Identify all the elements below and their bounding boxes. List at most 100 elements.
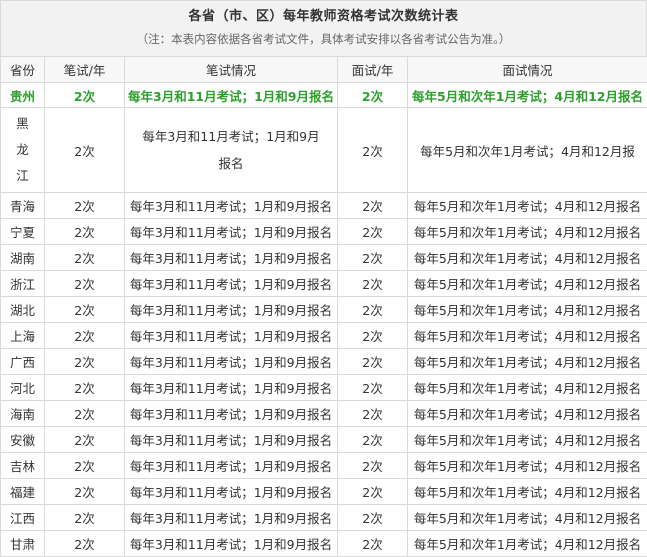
cell-interview-count: 2次 — [338, 193, 408, 219]
cell-written-count: 2次 — [45, 219, 125, 245]
cell-written-info: 每年3月和11月考试；1月和9月报名 — [125, 271, 338, 297]
table-body: 贵州 2次 每年3月和11月考试；1月和9月报名 2次 每年5月和次年1月考试；… — [1, 83, 647, 557]
province-char: 龙 — [3, 137, 42, 163]
cell-interview-info: 每年5月和次年1月考试；4月和12月报名 — [408, 479, 647, 505]
cell-written-info: 每年3月和11月考试；1月和9月报名 — [125, 323, 338, 349]
cell-interview-info: 每年5月和次年1月考试；4月和12月报名 — [408, 245, 647, 271]
table-row: 安徽2次每年3月和11月考试；1月和9月报名2次每年5月和次年1月考试；4月和1… — [1, 427, 647, 453]
cell-interview-info: 每年5月和次年1月考试；4月和12月报名 — [408, 427, 647, 453]
cell-province: 安徽 — [1, 427, 45, 453]
table-row: 宁夏2次每年3月和11月考试；1月和9月报名2次每年5月和次年1月考试；4月和1… — [1, 219, 647, 245]
column-header-written-info: 笔试情况 — [125, 57, 338, 83]
cell-province: 贵州 — [1, 83, 45, 108]
cell-province: 广西 — [1, 349, 45, 375]
cell-province: 甘肃 — [1, 531, 45, 557]
cell-interview-info: 每年5月和次年1月考试；4月和12月报名 — [408, 453, 647, 479]
table-note: （注：本表内容依据各省考试文件，具体考试安排以各省考试公告为准。） — [1, 25, 646, 47]
cell-province: 海南 — [1, 401, 45, 427]
cell-written-count: 2次 — [45, 401, 125, 427]
cell-written-count: 2次 — [45, 505, 125, 531]
cell-interview-count: 2次 — [338, 531, 408, 557]
table-row: 甘肃2次每年3月和11月考试；1月和9月报名2次每年5月和次年1月考试；4月和1… — [1, 531, 647, 557]
cell-written-info: 每年3月和11月考试；1月和9月报名 — [125, 401, 338, 427]
table-row: 海南2次每年3月和11月考试；1月和9月报名2次每年5月和次年1月考试；4月和1… — [1, 401, 647, 427]
cell-interview-count: 2次 — [338, 108, 408, 193]
cell-written-info: 每年3月和11月考试；1月和9月报名 — [125, 375, 338, 401]
table-title: 各省（市、区）每年教师资格考试次数统计表 — [1, 1, 646, 25]
cell-written-info: 每年3月和11月考试；1月和9月报名 — [125, 297, 338, 323]
cell-interview-count: 2次 — [338, 479, 408, 505]
cell-written-count: 2次 — [45, 83, 125, 108]
cell-written-count: 2次 — [45, 531, 125, 557]
cell-written-count: 2次 — [45, 479, 125, 505]
table-row-highlighted: 贵州 2次 每年3月和11月考试；1月和9月报名 2次 每年5月和次年1月考试；… — [1, 83, 647, 108]
cell-written-info: 每年3月和11月考试；1月和9月报名 — [125, 108, 338, 193]
cell-written-info: 每年3月和11月考试；1月和9月报名 — [125, 427, 338, 453]
cell-interview-info: 每年5月和次年1月考试；4月和12月报名 — [408, 83, 647, 108]
table-row: 上海2次每年3月和11月考试；1月和9月报名2次每年5月和次年1月考试；4月和1… — [1, 323, 647, 349]
column-header-interview-info: 面试情况 — [408, 57, 647, 83]
cell-written-info: 每年3月和11月考试；1月和9月报名 — [125, 245, 338, 271]
cell-interview-info: 每年5月和次年1月考试；4月和12月报名 — [408, 375, 647, 401]
column-header-province: 省份 — [1, 57, 45, 83]
cell-province: 上海 — [1, 323, 45, 349]
exam-count-table: 省份 笔试/年 笔试情况 面试/年 面试情况 贵州 2次 每年3月和11月考试；… — [0, 56, 647, 557]
cell-interview-info: 每年5月和次年1月考试；4月和12月报名 — [408, 219, 647, 245]
cell-written-info: 每年3月和11月考试；1月和9月报名 — [125, 193, 338, 219]
cell-province: 江西 — [1, 505, 45, 531]
province-char: 黑 — [3, 111, 42, 137]
cell-province: 青海 — [1, 193, 45, 219]
cell-interview-count: 2次 — [338, 271, 408, 297]
cell-province: 浙江 — [1, 271, 45, 297]
cell-interview-info: 每年5月和次年1月考试；4月和12月报名 — [408, 505, 647, 531]
cell-written-info: 每年3月和11月考试；1月和9月报名 — [125, 453, 338, 479]
cell-province: 福建 — [1, 479, 45, 505]
cell-interview-count: 2次 — [338, 375, 408, 401]
cell-province: 黑 龙 江 — [1, 108, 45, 193]
table-row: 湖南2次每年3月和11月考试；1月和9月报名2次每年5月和次年1月考试；4月和1… — [1, 245, 647, 271]
cell-interview-info: 每年5月和次年1月考试；4月和12月报名 — [408, 193, 647, 219]
cell-province: 河北 — [1, 375, 45, 401]
cell-written-count: 2次 — [45, 427, 125, 453]
cell-written-info: 每年3月和11月考试；1月和9月报名 — [125, 219, 338, 245]
table-row: 福建2次每年3月和11月考试；1月和9月报名2次每年5月和次年1月考试；4月和1… — [1, 479, 647, 505]
table-header-row: 省份 笔试/年 笔试情况 面试/年 面试情况 — [1, 57, 647, 83]
cell-written-info: 每年3月和11月考试；1月和9月报名 — [125, 349, 338, 375]
cell-written-count: 2次 — [45, 349, 125, 375]
cell-interview-count: 2次 — [338, 245, 408, 271]
cell-interview-count: 2次 — [338, 323, 408, 349]
cell-written-count: 2次 — [45, 271, 125, 297]
cell-written-count: 2次 — [45, 375, 125, 401]
column-header-interview-count: 面试/年 — [338, 57, 408, 83]
cell-written-count: 2次 — [45, 297, 125, 323]
cell-written-count: 2次 — [45, 108, 125, 193]
cell-interview-info: 每年5月和次年1月考试；4月和12月报名 — [408, 297, 647, 323]
cell-interview-count: 2次 — [338, 453, 408, 479]
cell-written-info: 每年3月和11月考试；1月和9月报名 — [125, 531, 338, 557]
cell-interview-info: 每年5月和次年1月考试；4月和12月报名 — [408, 531, 647, 557]
cell-interview-info: 每年5月和次年1月考试；4月和12月报名 — [408, 323, 647, 349]
table-row: 湖北2次每年3月和11月考试；1月和9月报名2次每年5月和次年1月考试；4月和1… — [1, 297, 647, 323]
cell-written-info: 每年3月和11月考试；1月和9月报名 — [125, 505, 338, 531]
cell-interview-count: 2次 — [338, 83, 408, 108]
exam-count-table-container: 各省（市、区）每年教师资格考试次数统计表 （注：本表内容依据各省考试文件，具体考… — [0, 0, 647, 557]
cell-interview-count: 2次 — [338, 219, 408, 245]
cell-written-count: 2次 — [45, 245, 125, 271]
table-row: 河北2次每年3月和11月考试；1月和9月报名2次每年5月和次年1月考试；4月和1… — [1, 375, 647, 401]
table-row: 青海2次每年3月和11月考试；1月和9月报名2次每年5月和次年1月考试；4月和1… — [1, 193, 647, 219]
cell-interview-info: 每年5月和次年1月考试；4月和12月报 — [408, 108, 647, 193]
cell-interview-info: 每年5月和次年1月考试；4月和12月报名 — [408, 401, 647, 427]
cell-written-count: 2次 — [45, 323, 125, 349]
cell-interview-count: 2次 — [338, 401, 408, 427]
cell-interview-count: 2次 — [338, 427, 408, 453]
cell-province: 宁夏 — [1, 219, 45, 245]
table-row: 广西2次每年3月和11月考试；1月和9月报名2次每年5月和次年1月考试；4月和1… — [1, 349, 647, 375]
table-row: 浙江2次每年3月和11月考试；1月和9月报名2次每年5月和次年1月考试；4月和1… — [1, 271, 647, 297]
cell-written-info: 每年3月和11月考试；1月和9月报名 — [125, 83, 338, 108]
cell-written-count: 2次 — [45, 453, 125, 479]
cell-province: 湖南 — [1, 245, 45, 271]
cell-interview-count: 2次 — [338, 297, 408, 323]
cell-interview-count: 2次 — [338, 349, 408, 375]
table-title-box: 各省（市、区）每年教师资格考试次数统计表 （注：本表内容依据各省考试文件，具体考… — [0, 0, 647, 56]
cell-written-count: 2次 — [45, 193, 125, 219]
